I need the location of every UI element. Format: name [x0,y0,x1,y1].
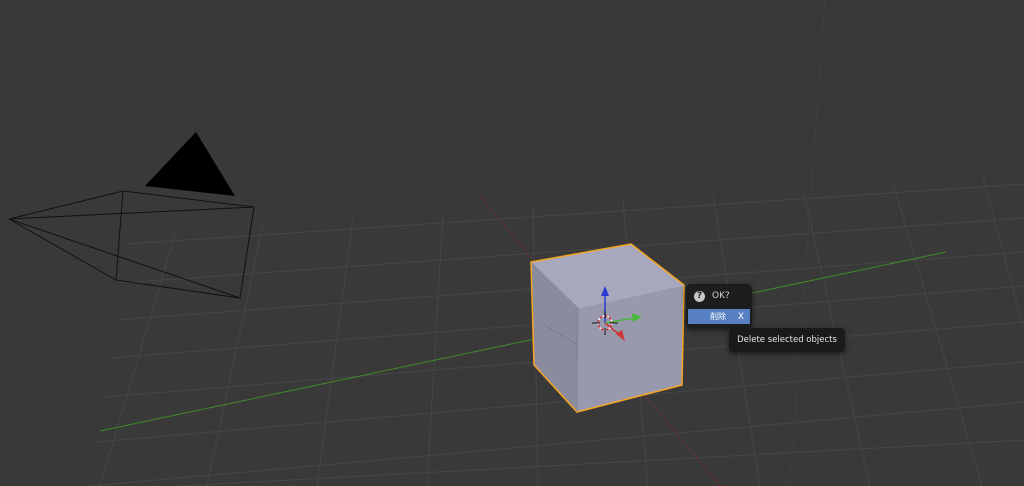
viewport-scene[interactable] [0,0,1024,486]
delete-menu-item[interactable]: 削除 X [688,309,750,324]
question-icon: ? [694,290,705,302]
popup-title: OK? [712,291,730,301]
floor-grid [89,0,1024,486]
delete-tooltip: Delete selected objects [729,328,845,352]
delete-item-label: 削除 [710,312,726,321]
popup-header: ? OK? [686,286,752,306]
cube-object[interactable] [530,243,685,413]
delete-confirm-popup[interactable]: ? OK? 削除 X [686,284,752,328]
3d-viewport[interactable]: ? OK? 削除 X Delete selected objects [0,0,1024,486]
camera-object[interactable] [8,132,255,299]
camera-up-triangle [145,132,235,196]
tooltip-text: Delete selected objects [737,335,837,345]
delete-item-shortcut: X [737,311,744,322]
